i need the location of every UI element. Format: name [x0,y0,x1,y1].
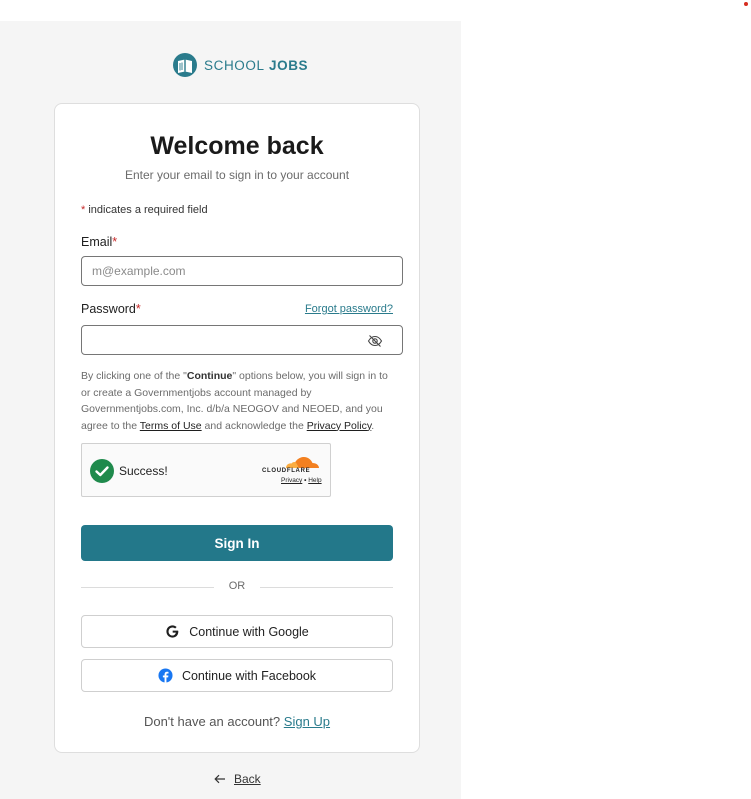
back-link[interactable]: Back [214,772,261,786]
sign-in-card: Welcome back Enter your email to sign in… [54,103,420,753]
captcha-links: Privacy • Help [281,477,322,484]
email-label: Email* [81,235,118,249]
continue-with-facebook-button[interactable]: Continue with Facebook [81,659,393,692]
divider-right [260,587,393,588]
continue-with-google-button[interactable]: Continue with Google [81,615,393,648]
captcha-status: Success! [119,464,168,478]
brand-name: SCHOOL JOBS [204,57,309,73]
back-label: Back [234,772,261,786]
google-button-label: Continue with Google [189,624,309,639]
password-label: Password* [81,302,141,316]
page-subtitle: Enter your email to sign in to your acco… [124,168,350,182]
password-field[interactable] [81,325,403,355]
terms-of-use-link[interactable]: Terms of Use [140,420,202,432]
captcha-help-link[interactable]: Help [308,477,321,484]
login-panel: SCHOOL JOBS Welcome back Enter your emai… [0,21,461,799]
eye-off-icon[interactable] [367,333,383,349]
facebook-button-label: Continue with Facebook [181,668,317,683]
email-field[interactable] [81,256,403,286]
privacy-policy-link[interactable]: Privacy Policy [307,420,372,432]
page-title: Welcome back [150,132,324,160]
arrow-left-icon [214,774,225,784]
brand-logo[interactable]: SCHOOL JOBS [172,52,308,78]
check-circle-icon [90,459,114,483]
school-jobs-book-icon [173,53,197,77]
google-g-icon [166,625,179,638]
facebook-icon [158,668,173,683]
sign-up-prompt: Don't have an account? Sign Up [143,714,331,729]
or-divider-text: OR [228,580,246,592]
consent-disclaimer: By clicking one of the "Continue" option… [81,370,388,432]
sign-in-button[interactable]: Sign In [81,525,393,561]
required-field-note: * indicates a required field [81,204,208,216]
captcha-provider: CLOUDFLARE [262,468,311,474]
sign-up-link[interactable]: Sign Up [284,714,330,729]
cloudflare-captcha-widget[interactable]: Success! CLOUDFLARE Privacy • Help [81,443,331,497]
forgot-password-link[interactable]: Forgot password? [305,303,393,315]
notification-dot [744,2,748,6]
captcha-privacy-link[interactable]: Privacy [281,477,302,484]
